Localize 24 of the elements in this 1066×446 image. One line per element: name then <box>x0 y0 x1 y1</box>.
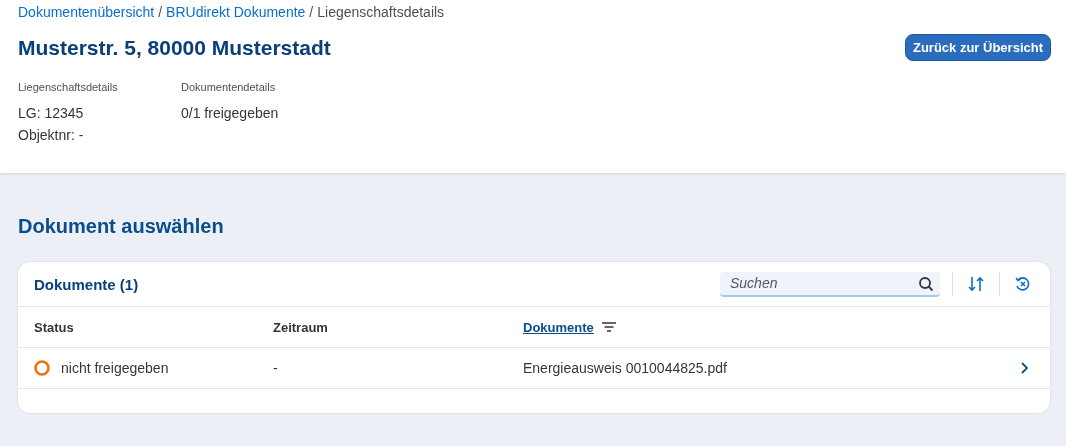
breadcrumb-current: Liegenschaftsdetails <box>317 4 445 20</box>
breadcrumb-separator: / <box>158 4 163 20</box>
search-icon <box>918 275 934 292</box>
search-field[interactable]: Suchen <box>720 271 940 297</box>
table-cell-text: Energieausweis 0010044825.pdf <box>523 360 728 376</box>
detail-heading: Dokumentendetails <box>181 81 277 93</box>
column-header[interactable]: Dokumente <box>523 319 594 335</box>
section-title: Dokument auswählen <box>18 215 225 238</box>
column-header: Zeitraum <box>273 319 328 335</box>
detail-heading: Liegenschaftsdetails <box>18 81 119 93</box>
page-title: Musterstr. 5, 80000 Musterstadt <box>18 35 331 60</box>
chevron-right-icon[interactable] <box>1020 362 1028 374</box>
table-title: Dokumente (1) <box>34 275 140 293</box>
back-button[interactable]: Zurück zur Übersicht <box>904 34 1051 61</box>
breadcrumb-separator: / <box>309 4 314 20</box>
detail-value: LG: 12345 <box>18 105 85 121</box>
filter-icon <box>601 322 616 332</box>
column-header: Status <box>34 319 74 335</box>
breadcrumb-link[interactable]: BRUdirekt Dokumente <box>166 4 306 20</box>
table-cell: nicht freigegeben <box>61 360 169 376</box>
breadcrumb-link[interactable]: Dokumentenübersicht <box>18 4 155 20</box>
detail-value: Objektnr: - <box>18 127 85 143</box>
table-cell-text: - <box>273 360 279 376</box>
detail-value: 0/1 freigegeben <box>181 105 280 121</box>
